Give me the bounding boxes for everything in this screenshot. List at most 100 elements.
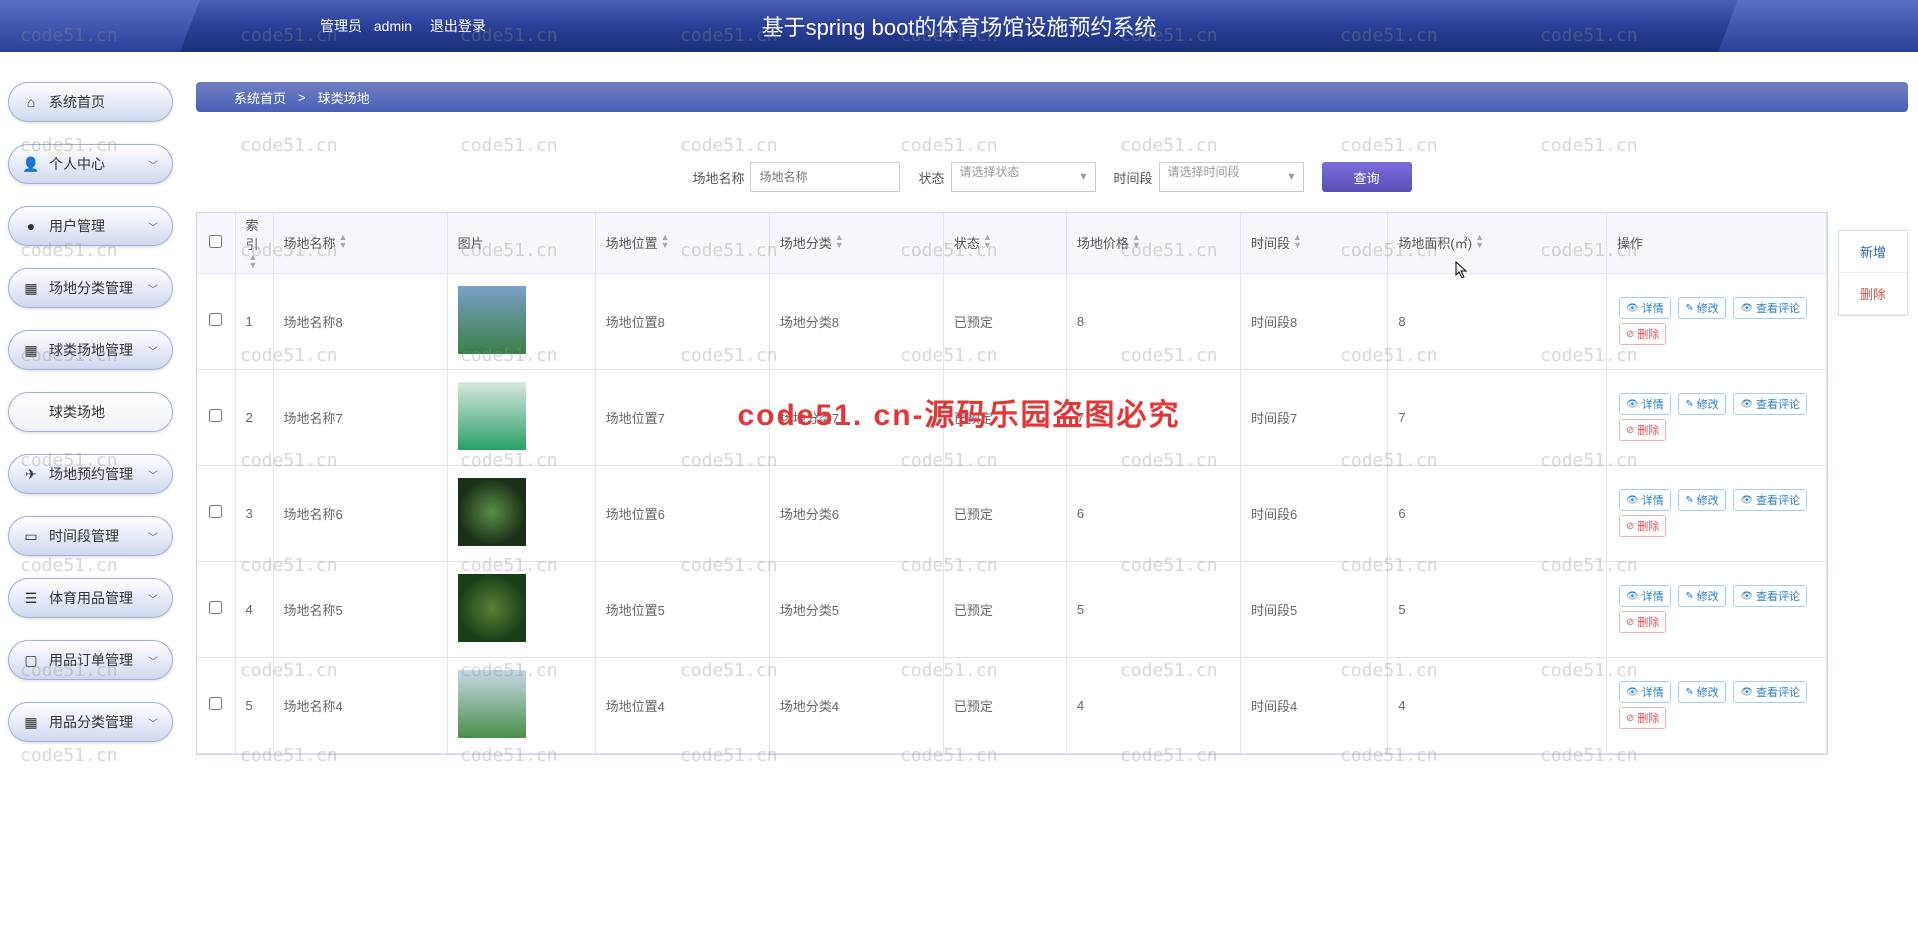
filter-name-input[interactable] [750,162,900,192]
sidebar-item-8[interactable]: ☰体育用品管理﹀ [8,578,173,618]
sidebar-item-2[interactable]: ● 用户管理﹀ [8,206,173,246]
case-icon: ▭ [23,528,39,544]
filter-status-select[interactable]: 请选择状态 [951,162,1096,192]
comment-button[interactable]: 👁查看评论 [1733,297,1807,319]
col-price[interactable]: 场地价格▲▼ [1066,213,1240,273]
venue-thumbnail[interactable] [458,478,526,546]
cell-ops: 👁详情 ✎修改 👁查看评论 ⊘删除 [1607,273,1827,369]
venue-thumbnail[interactable] [458,286,526,354]
edit-button[interactable]: ✎修改 [1678,297,1725,319]
delete-button[interactable]: ⊘删除 [1619,515,1666,537]
chevron-down-icon: ﹀ [148,281,158,296]
detail-button[interactable]: 👁详情 [1619,297,1671,319]
col-category[interactable]: 场地分类▲▼ [769,213,943,273]
eye-icon: 👁 [1626,303,1639,314]
cell-time: 时间段8 [1240,273,1387,369]
comment-button[interactable]: 👁查看评论 [1733,585,1807,607]
delete-button[interactable]: ⊘删除 [1619,323,1666,345]
table-row: 2 场地名称7 场地位置7 场地分类7 已预定 7 时间段7 7 👁详情 ✎修改… [197,369,1827,465]
detail-button[interactable]: 👁详情 [1619,393,1671,415]
edit-button[interactable]: ✎修改 [1678,681,1725,703]
cell-name: 场地名称8 [273,273,447,369]
cell-ops: 👁详情 ✎修改 👁查看评论 ⊘删除 [1607,369,1827,465]
select-all-checkbox[interactable] [209,235,222,248]
admin-info: 管理员 admin 退出登录 [320,16,494,36]
delete-button[interactable]: ⊘删除 [1619,611,1666,633]
edit-button[interactable]: ✎修改 [1678,585,1725,607]
eye-icon: 👁 [1740,687,1753,698]
detail-button[interactable]: 👁详情 [1619,681,1671,703]
venue-thumbnail[interactable] [458,670,526,738]
chevron-down-icon: ﹀ [148,219,158,234]
eye-icon: 👁 [1740,399,1753,410]
cell-price: 8 [1066,273,1240,369]
sidebar-item-7[interactable]: ▭时间段管理﹀ [8,516,173,556]
eye-icon: 👁 [1626,687,1639,698]
grid-icon: ▦ [23,342,39,358]
sidebar-item-4[interactable]: ▦球类场地管理﹀ [8,330,173,370]
sidebar-item-label: 场地分类管理 [49,278,148,298]
row-checkbox[interactable] [209,409,222,422]
detail-button[interactable]: 👁详情 [1619,489,1671,511]
monitor-icon: ▢ [23,652,39,668]
edit-button[interactable]: ✎修改 [1678,489,1725,511]
table-row: 5 场地名称4 场地位置4 场地分类4 已预定 4 时间段4 4 👁详情 ✎修改… [197,657,1827,753]
add-button[interactable]: 新增 [1839,231,1907,273]
comment-button[interactable]: 👁查看评论 [1733,489,1807,511]
admin-label: 管理员 [320,18,362,34]
row-checkbox[interactable] [209,601,222,614]
comment-button[interactable]: 👁查看评论 [1733,681,1807,703]
table-row: 1 场地名称8 场地位置8 场地分类8 已预定 8 时间段8 8 👁详情 ✎修改… [197,273,1827,369]
sidebar-item-3[interactable]: ▦ 场地分类管理﹀ [8,268,173,308]
eye-icon: 👁 [1740,303,1753,314]
col-index[interactable]: 索引▲▼ [235,213,273,273]
sidebar-item-1[interactable]: 👤个人中心﹀ [8,144,173,184]
delete-button[interactable]: ⊘删除 [1619,419,1666,441]
data-table: 索引▲▼ 场地名称▲▼ 图片 场地位置▲▼ 场地分类▲▼ 状态▲▼ 场地价格▲▼… [196,212,1828,755]
sidebar-item-10[interactable]: ▦用品分类管理﹀ [8,702,173,742]
ban-icon: ⊘ [1626,713,1634,724]
cell-category: 场地分类6 [769,465,943,561]
col-location[interactable]: 场地位置▲▼ [595,213,769,273]
col-time[interactable]: 时间段▲▼ [1240,213,1387,273]
grid-icon: ▦ [23,280,39,296]
col-name[interactable]: 场地名称▲▼ [273,213,447,273]
cell-ops: 👁详情 ✎修改 👁查看评论 ⊘删除 [1607,657,1827,753]
sidebar-item-label: 用户管理 [49,216,148,236]
batch-delete-button[interactable]: 删除 [1839,273,1907,315]
admin-name: admin [374,18,412,34]
cell-time: 时间段7 [1240,369,1387,465]
chevron-down-icon: ﹀ [148,653,158,668]
col-area[interactable]: 场地面积(㎡)▲▼ [1388,213,1607,273]
venue-thumbnail[interactable] [458,574,526,642]
breadcrumb-home[interactable]: 系统首页 [234,88,286,107]
home-icon: ⌂ [23,94,39,110]
cell-status: 已预定 [943,561,1066,657]
cell-status: 已预定 [943,465,1066,561]
sidebar-item-0[interactable]: ⌂系统首页 [8,82,173,122]
row-checkbox[interactable] [209,505,222,518]
row-checkbox[interactable] [209,697,222,710]
cell-location: 场地位置6 [595,465,769,561]
cell-status: 已预定 [943,657,1066,753]
sidebar-item-9[interactable]: ▢用品订单管理﹀ [8,640,173,680]
filter-time-select[interactable]: 请选择时间段 [1159,162,1304,192]
system-title: 基于spring boot的体育场馆设施预约系统 [762,10,1157,42]
eye-icon: 👁 [1740,591,1753,602]
bulb-icon: ● [23,218,39,234]
chevron-down-icon: ﹀ [148,467,158,482]
sidebar-item-6[interactable]: ✈场地预约管理﹀ [8,454,173,494]
col-status[interactable]: 状态▲▼ [943,213,1066,273]
logout-link[interactable]: 退出登录 [430,18,486,34]
cell-area: 6 [1388,465,1607,561]
venue-thumbnail[interactable] [458,382,526,450]
cell-price: 5 [1066,561,1240,657]
delete-button[interactable]: ⊘删除 [1619,707,1666,729]
edit-button[interactable]: ✎修改 [1678,393,1725,415]
query-button[interactable]: 查询 [1322,162,1412,192]
detail-button[interactable]: 👁详情 [1619,585,1671,607]
row-checkbox[interactable] [209,313,222,326]
action-panel: 新增 删除 [1838,230,1908,316]
comment-button[interactable]: 👁查看评论 [1733,393,1807,415]
sidebar-item-5[interactable]: 球类场地 [8,392,173,432]
